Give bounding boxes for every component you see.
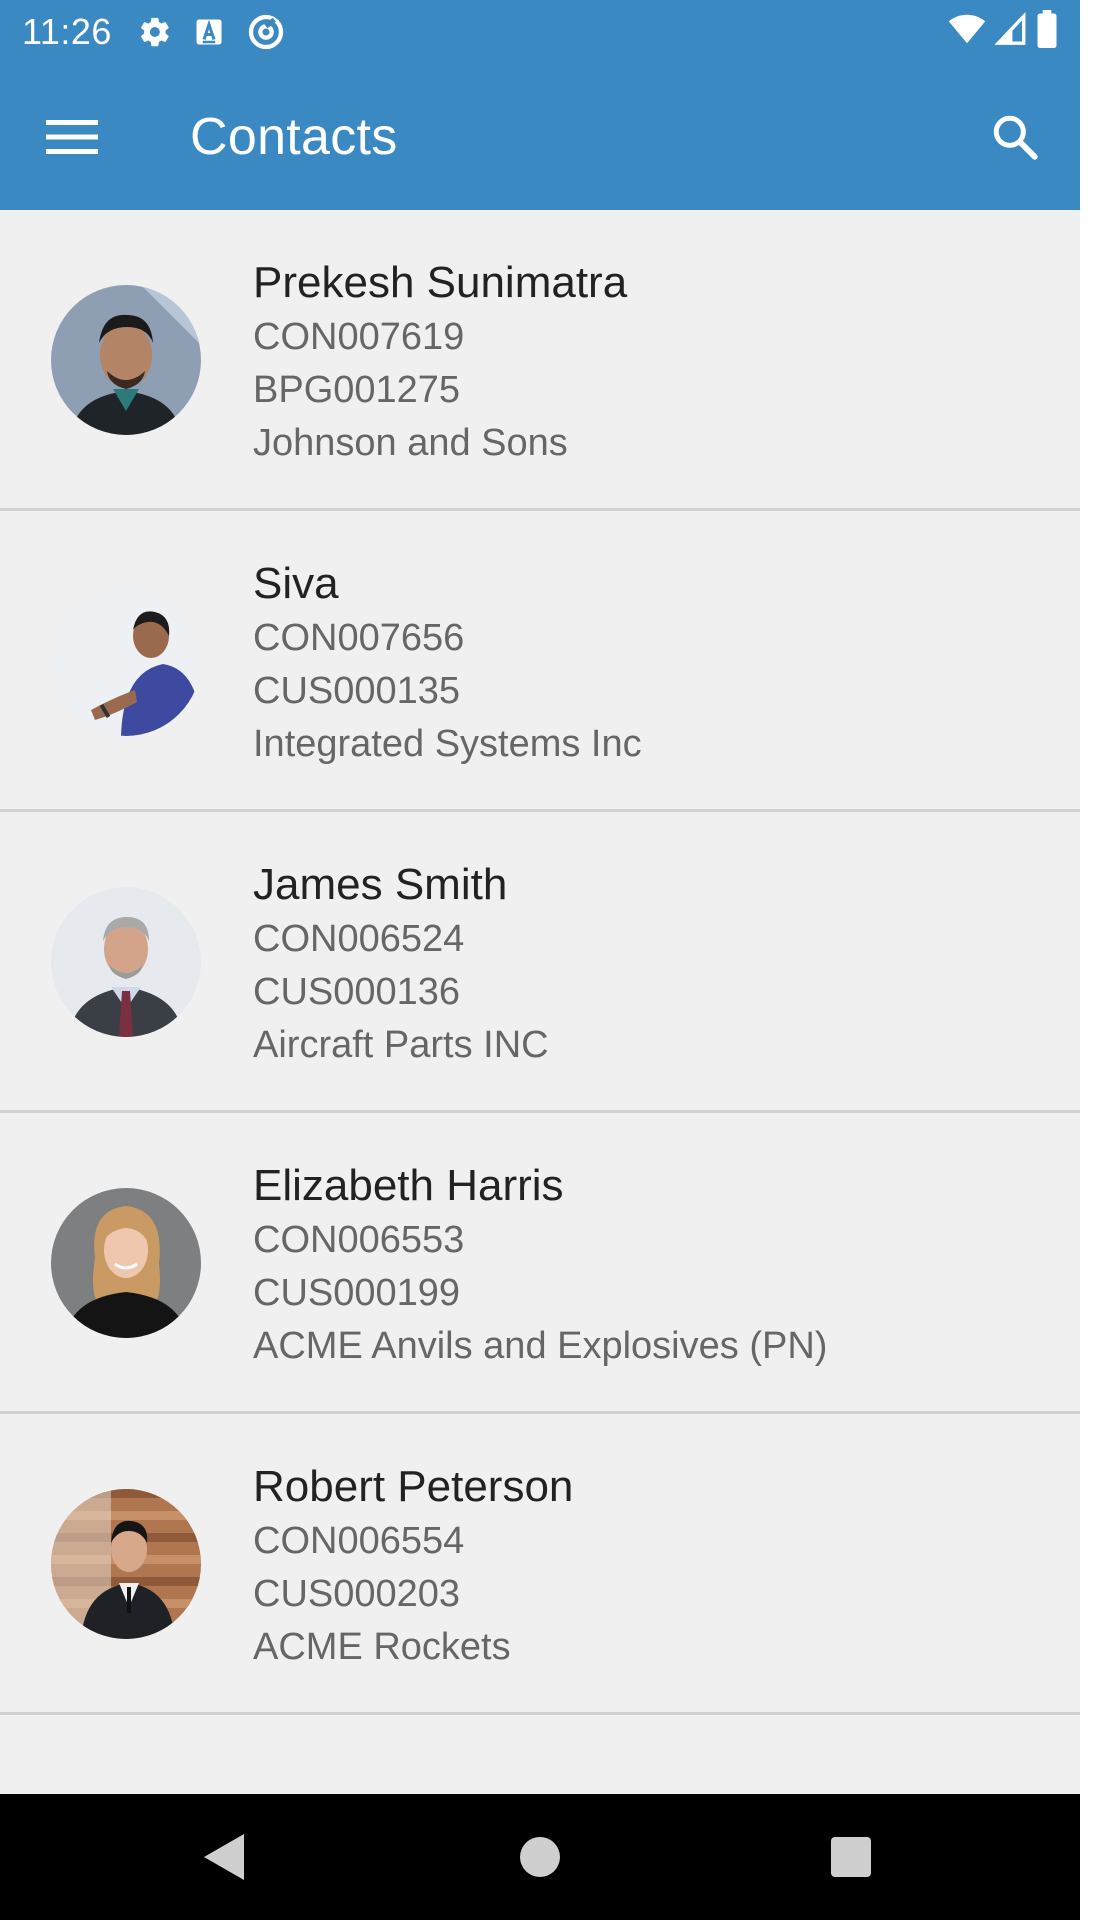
page-title: Contacts <box>190 107 398 166</box>
status-bar: 11:26 <box>0 0 1080 63</box>
avatar <box>51 586 201 736</box>
contact-row[interactable]: Elizabeth Harris CON006553 CUS000199 ACM… <box>0 1113 1080 1414</box>
contact-row[interactable]: Prekesh Sunimatra CON007619 BPG001275 Jo… <box>0 210 1080 511</box>
a-box-icon <box>194 17 224 47</box>
wifi-icon <box>948 12 986 51</box>
contact-name: Prekesh Sunimatra <box>253 258 628 307</box>
avatar <box>51 887 201 1037</box>
status-time: 11:26 <box>22 10 112 52</box>
back-triangle-icon[interactable] <box>204 1834 244 1885</box>
company-name: Johnson and Sons <box>253 422 568 464</box>
contact-id: CON007619 <box>253 316 465 358</box>
cell-signal-icon <box>994 11 1028 51</box>
gear-icon <box>138 15 172 49</box>
hamburger-menu-icon[interactable] <box>0 63 146 210</box>
contact-id: CON007656 <box>253 617 465 659</box>
account-id: CUS000136 <box>253 971 461 1013</box>
contacts-list: Prekesh Sunimatra CON007619 BPG001275 Jo… <box>0 210 1080 1715</box>
contact-name: James Smith <box>253 860 508 909</box>
contact-name: Robert Peterson <box>253 1462 574 1511</box>
phone-screen: 11:26 Contacts Prekesh Sunimatra CON0076… <box>0 0 1080 1920</box>
contact-name: Siva <box>253 559 339 608</box>
contact-row[interactable]: Siva CON007656 CUS000135 Integrated Syst… <box>0 511 1080 812</box>
search-icon[interactable] <box>950 63 1080 210</box>
contact-row[interactable]: Robert Peterson CON006554 CUS000203 ACME… <box>0 1414 1080 1715</box>
contact-id: CON006553 <box>253 1219 465 1261</box>
contact-name: Elizabeth Harris <box>253 1161 564 1210</box>
company-name: ACME Anvils and Explosives (PN) <box>253 1325 828 1367</box>
app-bar: Contacts <box>0 63 1080 210</box>
account-id: CUS000135 <box>253 670 461 712</box>
avatar <box>51 1489 201 1639</box>
company-name: Integrated Systems Inc <box>253 723 642 765</box>
avatar <box>51 285 201 435</box>
avatar <box>51 1188 201 1338</box>
contact-row[interactable]: James Smith CON006524 CUS000136 Aircraft… <box>0 812 1080 1113</box>
system-nav-bar <box>0 1794 1080 1920</box>
account-id: CUS000203 <box>253 1573 461 1615</box>
account-id: CUS000199 <box>253 1272 461 1314</box>
at-sign-icon <box>246 12 286 52</box>
company-name: Aircraft Parts INC <box>253 1024 549 1066</box>
contact-id: CON006554 <box>253 1520 465 1562</box>
company-name: ACME Rockets <box>253 1626 511 1668</box>
contact-id: CON006524 <box>253 918 465 960</box>
battery-icon <box>1036 10 1058 53</box>
home-circle-icon[interactable] <box>520 1837 560 1877</box>
account-id: BPG001275 <box>253 369 461 411</box>
recents-square-icon[interactable] <box>831 1837 871 1877</box>
